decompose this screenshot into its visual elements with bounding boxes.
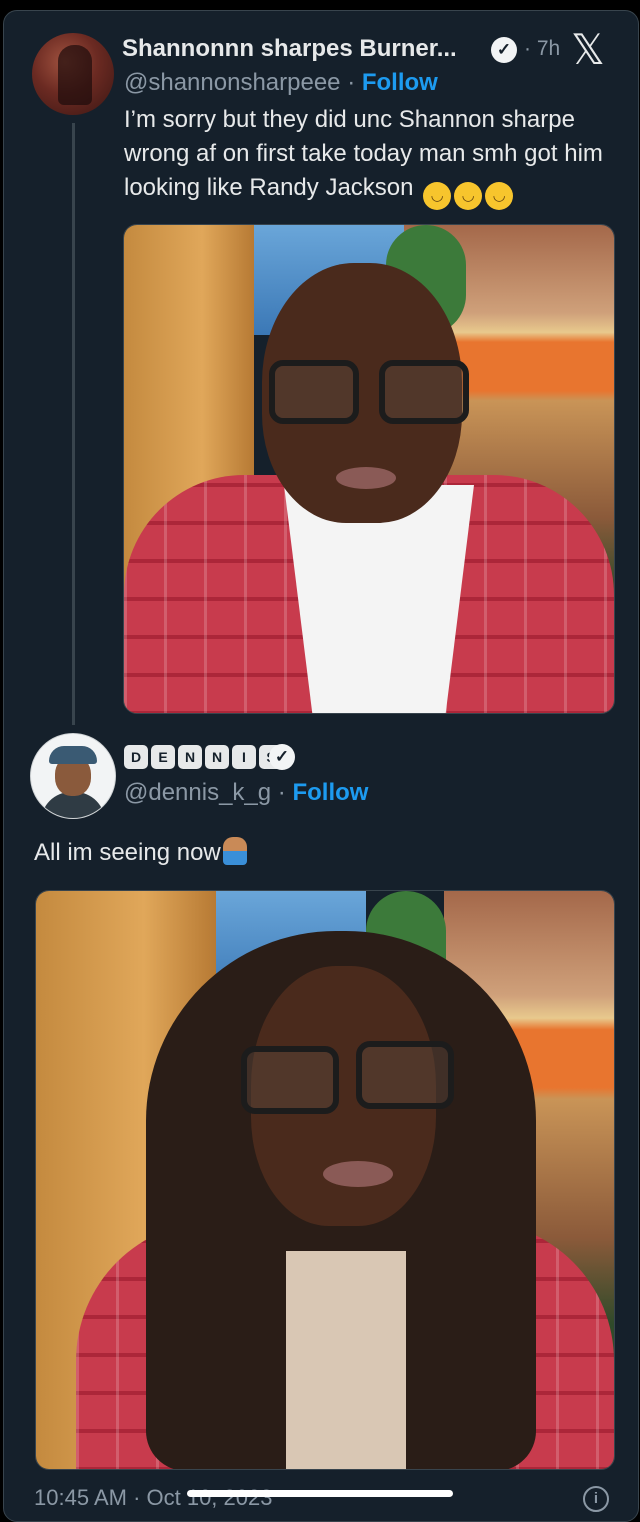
- tweet-body: All im seeing now: [34, 839, 221, 866]
- photo-subject: [124, 225, 614, 713]
- name-letter: N: [178, 745, 202, 769]
- weary-face-emoji: ◡: [423, 182, 452, 210]
- tweet-text: All im seeing now: [34, 837, 247, 867]
- thread-line: [72, 123, 75, 725]
- avatar-cap: [49, 746, 97, 764]
- separator: ·: [340, 69, 362, 96]
- name-letter: N: [205, 745, 229, 769]
- handle-row: @shannonsharpeee · Follow: [124, 69, 438, 97]
- right-lens: [356, 1041, 454, 1109]
- left-lens: [241, 1046, 339, 1114]
- follow-button[interactable]: Follow: [292, 779, 368, 806]
- name-letter: I: [232, 745, 256, 769]
- avatar-figure: [58, 45, 92, 105]
- home-indicator[interactable]: [187, 1490, 453, 1497]
- avatar[interactable]: [32, 33, 114, 115]
- info-circle-icon[interactable]: i: [583, 1486, 609, 1512]
- left-lens: [269, 360, 359, 424]
- avatar-shirt: [41, 792, 105, 818]
- lips: [323, 1161, 393, 1187]
- beige-top: [286, 1251, 406, 1469]
- tweet-image[interactable]: [123, 224, 615, 714]
- display-name[interactable]: Shannonnn sharpes Burner...: [122, 35, 457, 63]
- avatar[interactable]: [30, 733, 116, 819]
- tweet-card: Shannonnn sharpes Burner... ✓ · 7h 𝕏 @sh…: [3, 10, 639, 1522]
- right-lens: [379, 360, 469, 424]
- verified-badge-icon: ✓: [491, 37, 517, 63]
- user-handle[interactable]: @shannonsharpeee: [124, 69, 341, 96]
- name-letter: E: [151, 745, 175, 769]
- tweet-body: I’m sorry but they did unc Shannon sharp…: [124, 106, 603, 201]
- tweet-text: I’m sorry but they did unc Shannon sharp…: [124, 103, 629, 210]
- post-timestamp[interactable]: 10:45 AM · Oct 10, 2023: [34, 1485, 272, 1511]
- weary-face-emoji: ◡: [454, 182, 483, 210]
- photo-subject: [36, 891, 614, 1469]
- user-handle[interactable]: @dennis_k_g: [124, 779, 271, 806]
- post-time[interactable]: · 7h: [524, 37, 560, 61]
- verified-badge-icon: ✓: [269, 744, 295, 770]
- weary-face-emoji: ◡: [485, 182, 514, 210]
- lips: [336, 467, 396, 489]
- follow-button[interactable]: Follow: [362, 69, 438, 96]
- tweet-image[interactable]: [35, 890, 615, 1470]
- x-logo-icon[interactable]: 𝕏: [571, 29, 605, 71]
- handle-row: @dennis_k_g · Follow: [124, 779, 368, 807]
- name-letter: D: [124, 745, 148, 769]
- person-facepalming-emoji: [222, 837, 247, 865]
- separator: ·: [271, 779, 293, 806]
- display-name[interactable]: DENNIS: [124, 745, 286, 769]
